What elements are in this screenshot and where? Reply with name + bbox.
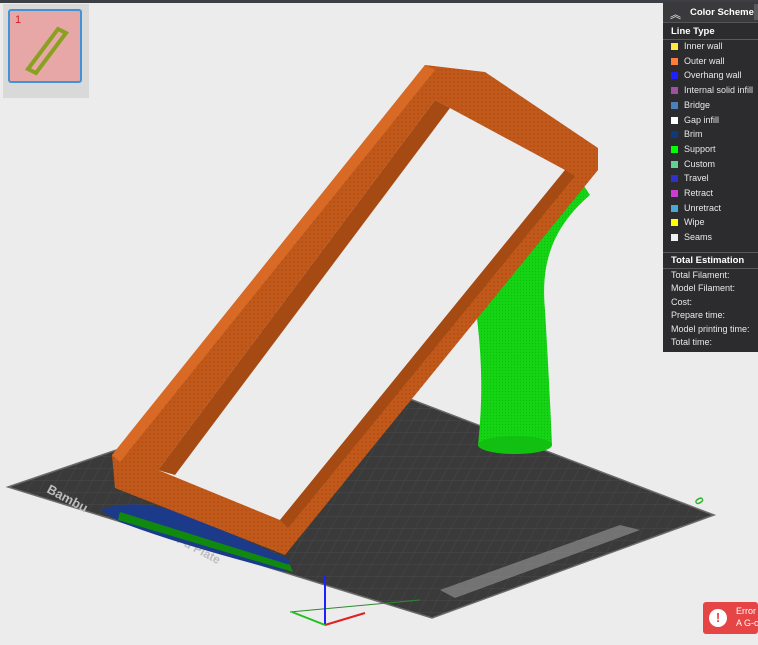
legend-swatch [671,131,678,139]
collapse-chevron-icon[interactable]: ︽ [670,6,681,22]
legend-swatch [671,101,678,109]
legend-label: Brim [684,129,703,140]
legend-swatch [671,145,678,153]
legend-swatch [671,87,678,95]
legend-swatch [671,190,678,197]
legend-label: Wipe [684,217,705,228]
legend-label: Outer wall [684,55,725,66]
legend-swatch [671,175,678,183]
scene-svg[interactable]: Bambu Pd Plate 0 [0,0,758,640]
estimation-row: Prepare time: [671,310,726,321]
legend-label: Seams [684,232,713,243]
legend-swatch [671,219,678,227]
plate-orientation-label: 0 [691,495,707,508]
estimation-row: Total Filament: [671,270,730,280]
plate-list: 1 [3,4,89,98]
legend-label: Support [684,143,716,154]
line-type-title: Line Type [671,26,715,37]
estimation-row: Model Filament: [671,283,736,294]
legend-label: Bridge [684,99,711,110]
legend-swatch [671,204,678,212]
legend-swatch [671,116,678,124]
divider [663,268,758,269]
error-icon: ! [709,609,727,627]
error-notification[interactable]: ! Error A G-c [703,602,758,634]
legend-label: Custom [684,158,716,169]
legend-label: Overhang wall [684,70,742,81]
total-estimation-title: Total Estimation [671,255,745,266]
divider [663,252,758,253]
plate-thumbnail[interactable]: 1 [8,9,82,83]
view-type-dropdown[interactable] [754,4,758,20]
legend-swatch [671,72,678,80]
legend-label: Gap infill [684,114,720,125]
plate-model-icon [24,26,70,76]
estimation-row: Cost: [671,296,693,307]
legend-label: Travel [684,173,709,184]
estimation-row: Total time: [671,337,713,347]
color-scheme-title: Color Scheme [690,7,754,18]
legend-swatch [671,57,678,65]
legend-swatch [671,234,678,242]
legend-label: Unretract [684,202,722,213]
legend-swatch [671,160,678,168]
divider [663,39,758,40]
window-top-border [0,0,758,3]
error-message: A G-c [736,618,758,628]
legend-swatch [671,43,678,50]
3d-viewport[interactable]: Bambu Pd Plate 0 [0,0,758,640]
legend-label: Retract [684,188,714,198]
legend-label: Internal solid infill [684,85,754,96]
color-scheme-header[interactable]: ︽ Color Scheme [663,2,758,23]
legend-label: Inner wall [684,41,723,51]
color-scheme-panel: ︽ Color Scheme Line Type Inner wall Outer… [663,2,758,352]
estimation-row: Model printing time: [671,323,750,334]
error-title: Error [736,606,756,616]
